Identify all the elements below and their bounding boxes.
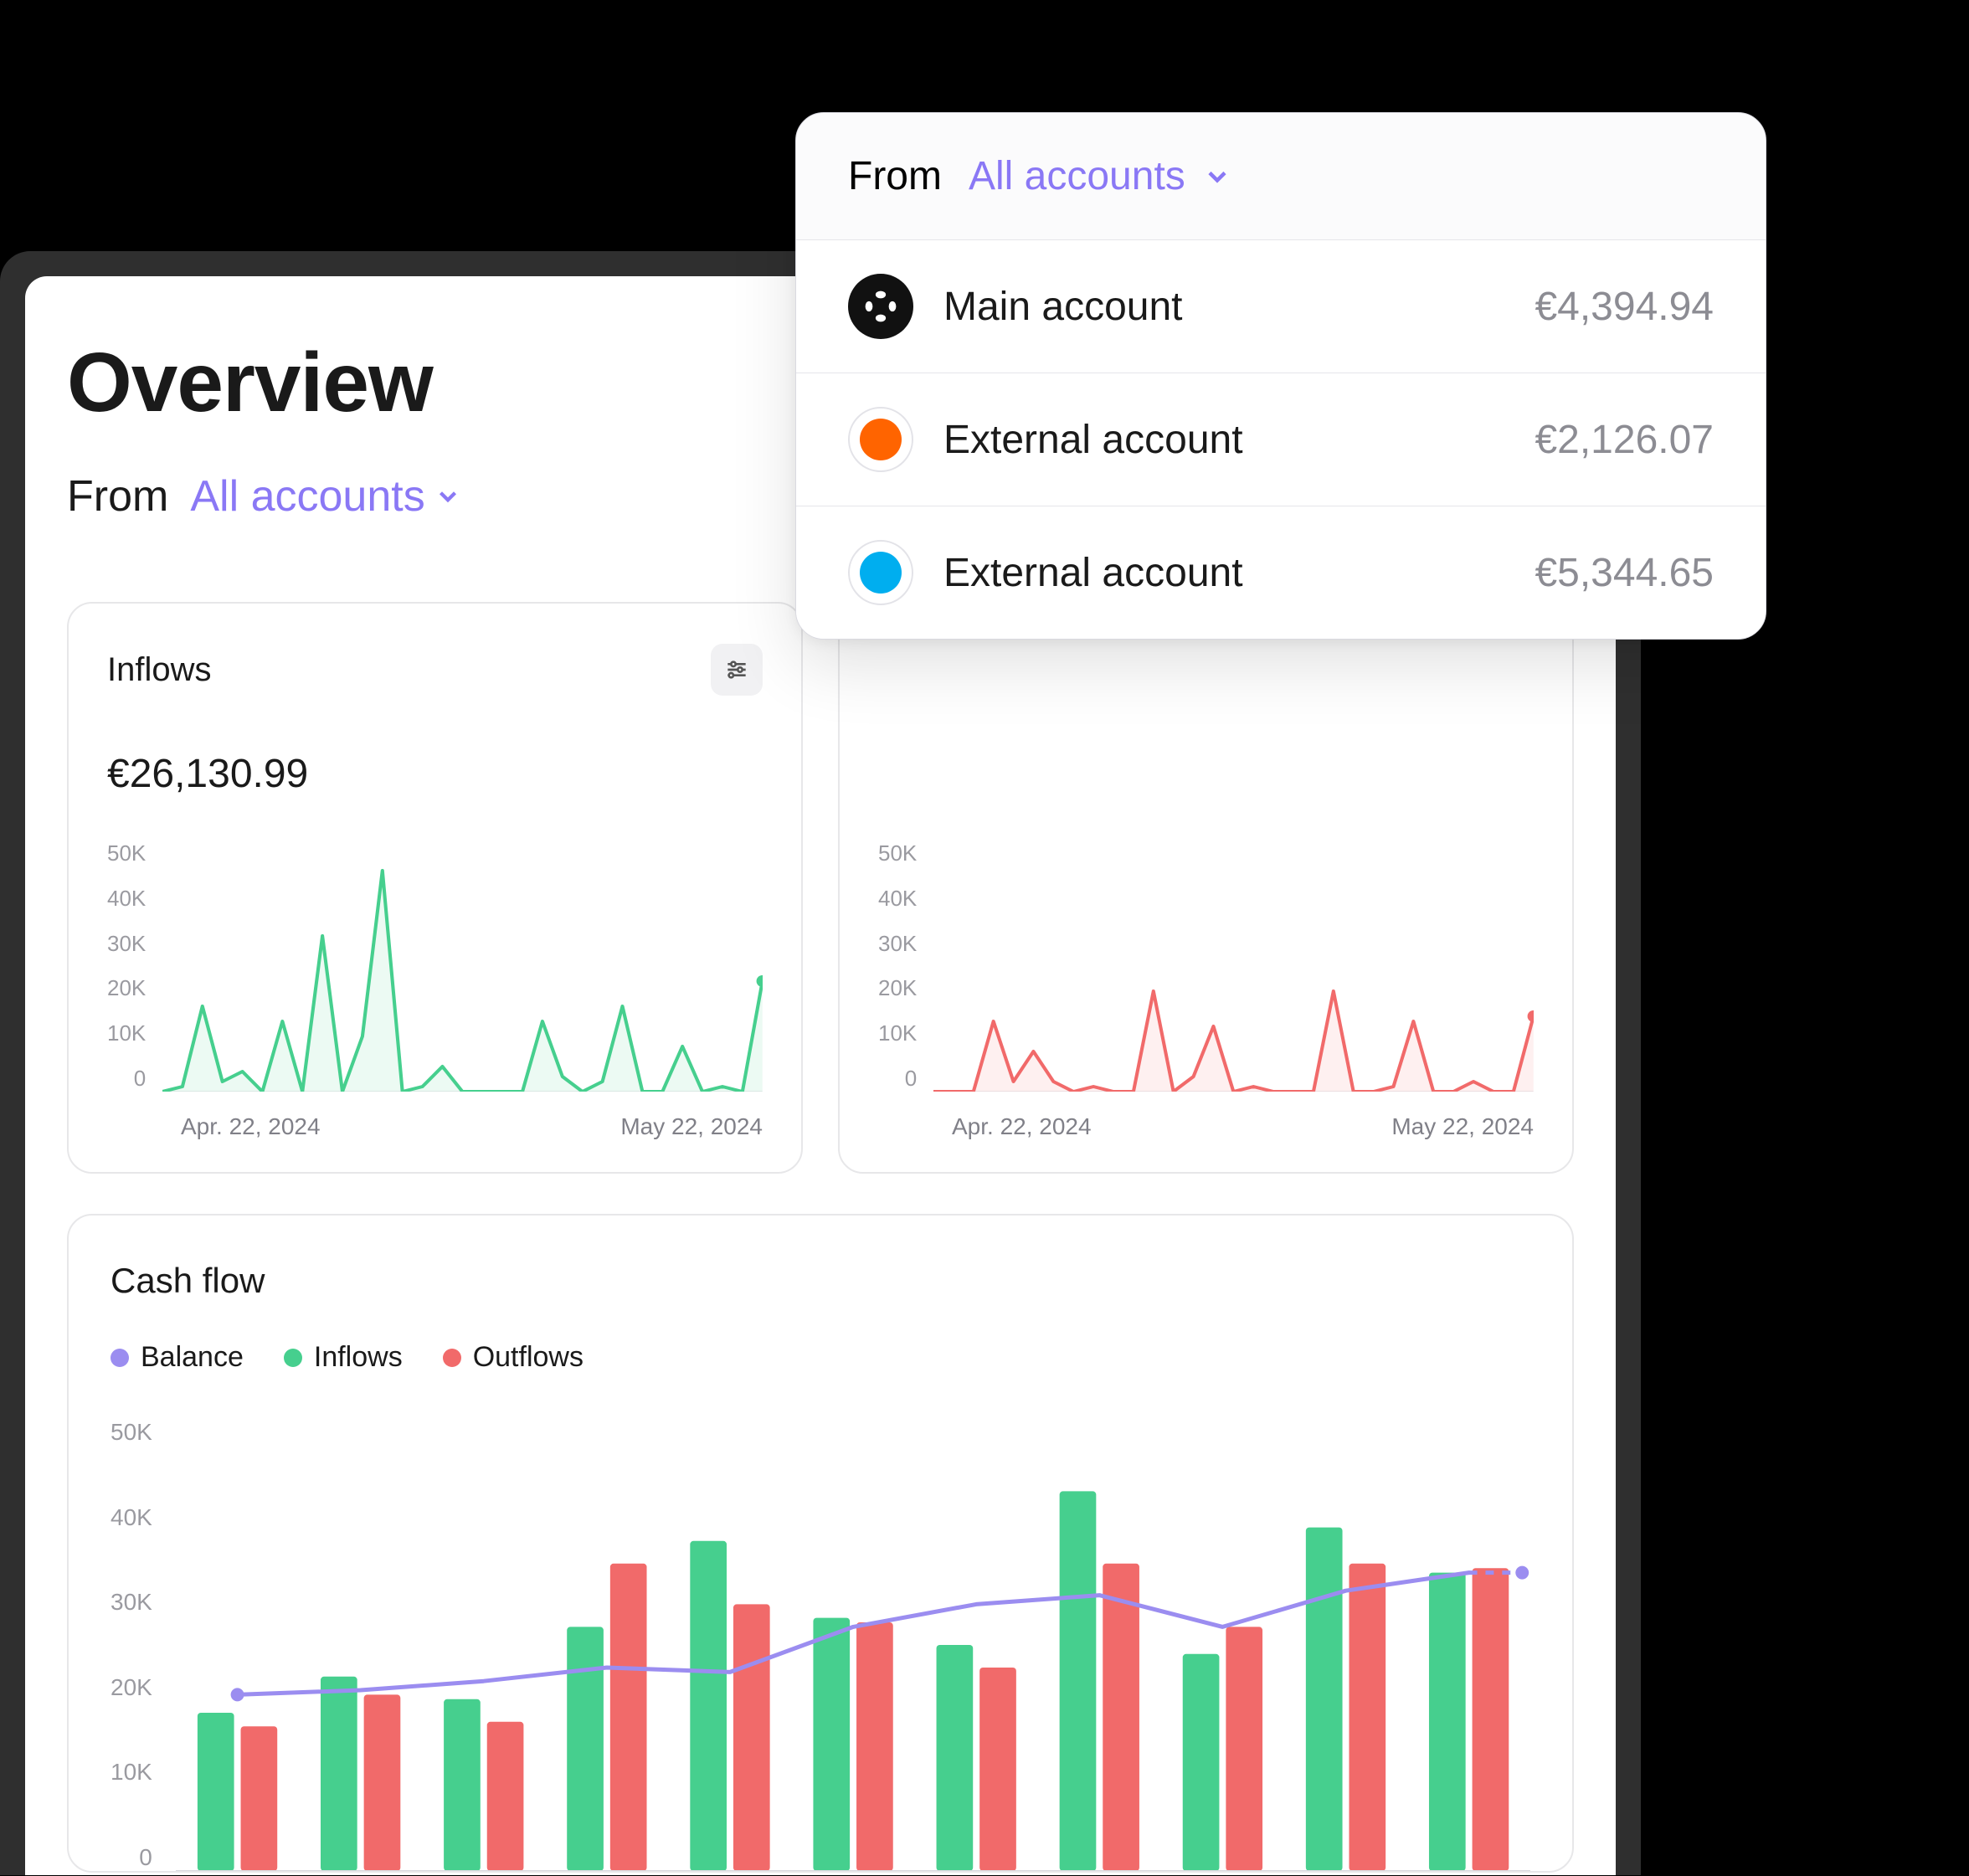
filter-value[interactable]: All accounts — [190, 471, 461, 522]
outflows-card: - 50K40K30K20K10K0 Apr. 22, 2024 May 22,… — [838, 602, 1574, 1174]
card-settings-button[interactable] — [711, 644, 763, 696]
popover-header[interactable]: From All accounts — [796, 113, 1766, 240]
bank-icon — [848, 407, 913, 472]
chevron-down-icon — [1202, 162, 1232, 192]
account-row[interactable]: External account €5,344.65 — [796, 506, 1766, 639]
chevron-down-icon — [434, 482, 462, 511]
popover-value[interactable]: All accounts — [969, 153, 1232, 199]
outflows-chart: 50K40K30K20K10K0 Apr. 22, 2024 May 22, 2… — [878, 840, 1534, 1140]
filter-label: From — [67, 471, 168, 522]
inflows-title: Inflows — [107, 651, 212, 689]
account-name: Main account — [943, 284, 1504, 330]
x-start: Apr. 22, 2024 — [181, 1113, 321, 1140]
x-start: Apr. 22, 2024 — [952, 1113, 1092, 1140]
cashflow-legend: Balance Inflows Outflows — [111, 1341, 1530, 1374]
account-balance: €5,344.65 — [1535, 550, 1714, 596]
sliders-icon — [723, 656, 750, 683]
cashflow-title: Cash flow — [111, 1261, 1530, 1301]
account-row[interactable]: Main account €4,394.94 — [796, 240, 1766, 373]
inflows-chart: 50K40K30K20K10K0 Apr. 22, 2024 May 22, 2… — [107, 840, 763, 1140]
bank-icon — [848, 274, 913, 339]
account-balance: €4,394.94 — [1535, 284, 1714, 330]
account-picker-popover: From All accounts Main account €4,394.94 E… — [795, 112, 1766, 640]
inflows-amount: €26,130.99 — [107, 751, 763, 797]
account-balance: €2,126.07 — [1535, 417, 1714, 463]
bank-icon — [848, 540, 913, 605]
inflows-card: Inflows €26,130.99 50K40K30K20K10K0 — [67, 602, 803, 1174]
account-name: External account — [943, 550, 1504, 596]
x-end: May 22, 2024 — [1391, 1113, 1534, 1140]
x-end: May 22, 2024 — [620, 1113, 763, 1140]
cashflow-card: Cash flow Balance Inflows Outflows 50K40… — [67, 1214, 1574, 1873]
account-name: External account — [943, 417, 1504, 463]
popover-label: From — [848, 153, 942, 199]
account-row[interactable]: External account €2,126.07 — [796, 373, 1766, 506]
